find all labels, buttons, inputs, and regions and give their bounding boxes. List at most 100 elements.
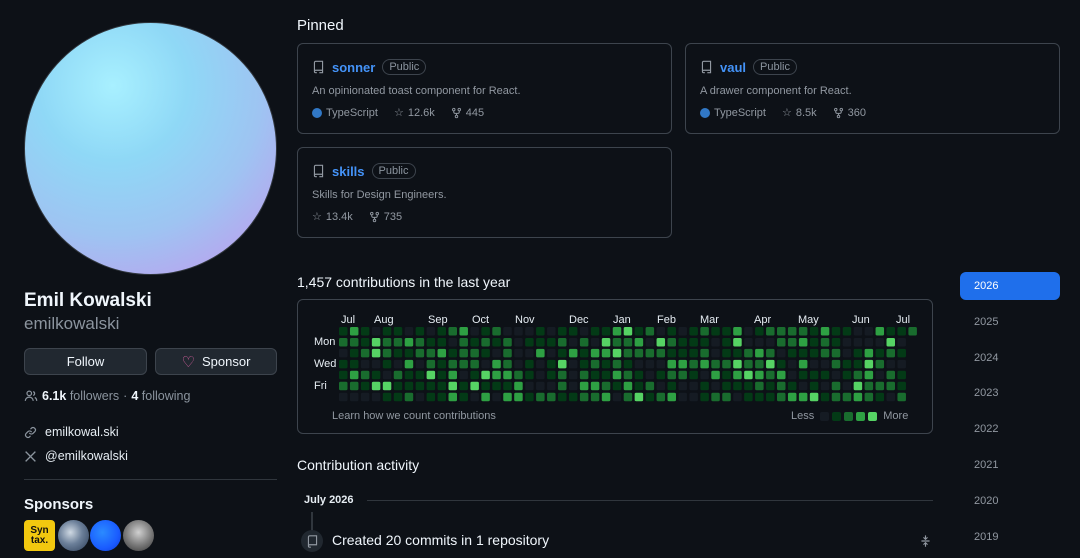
contribution-cell[interactable]	[766, 348, 775, 358]
contribution-cell[interactable]	[645, 348, 655, 358]
contribution-cell[interactable]	[853, 359, 863, 369]
contribution-cell[interactable]	[382, 359, 392, 369]
contribution-cell[interactable]	[547, 337, 556, 347]
contribution-cell[interactable]	[777, 337, 786, 347]
contribution-cell[interactable]	[722, 337, 731, 347]
contribution-cell[interactable]	[437, 327, 447, 336]
contribution-cell[interactable]	[558, 370, 567, 380]
contribution-cell[interactable]	[897, 359, 906, 369]
contribution-cell[interactable]	[547, 381, 556, 391]
contribution-cell[interactable]	[820, 348, 830, 358]
contribution-cell[interactable]	[623, 348, 633, 358]
contribution-cell[interactable]	[787, 370, 797, 380]
contribution-cell[interactable]	[514, 348, 523, 358]
contribution-cell[interactable]	[722, 370, 731, 380]
forks-link[interactable]: 445	[451, 107, 484, 119]
contribution-cell[interactable]	[404, 327, 414, 336]
contribution-cell[interactable]	[525, 348, 534, 358]
contribution-cell[interactable]	[667, 337, 677, 347]
contribution-cell[interactable]	[755, 381, 764, 391]
contribution-cell[interactable]	[481, 359, 490, 369]
contribution-cell[interactable]	[842, 337, 852, 347]
contribution-cell[interactable]	[623, 359, 633, 369]
contribution-cell[interactable]	[755, 337, 764, 347]
contribution-cell[interactable]	[875, 381, 885, 391]
contribution-cell[interactable]	[558, 337, 567, 347]
contribution-cell[interactable]	[678, 392, 687, 402]
contribution-cell[interactable]	[831, 337, 841, 347]
contribution-cell[interactable]	[371, 392, 381, 402]
contribution-cell[interactable]	[886, 327, 896, 336]
contribution-cell[interactable]	[853, 327, 863, 336]
contribution-cell[interactable]	[558, 348, 567, 358]
contribution-cell[interactable]	[404, 381, 414, 391]
contribution-cell[interactable]	[415, 337, 425, 347]
contribution-cell[interactable]	[766, 370, 775, 380]
contribution-cell[interactable]	[339, 337, 348, 347]
contribution-cell[interactable]	[798, 392, 808, 402]
contribution-cell[interactable]	[371, 370, 381, 380]
contribution-cell[interactable]	[787, 381, 797, 391]
contribution-cell[interactable]	[426, 327, 436, 336]
contribution-cell[interactable]	[634, 337, 644, 347]
contribution-cell[interactable]	[481, 337, 490, 347]
contribution-cell[interactable]	[733, 381, 742, 391]
contribution-cell[interactable]	[853, 348, 863, 358]
contribution-cell[interactable]	[733, 337, 742, 347]
contribution-cell[interactable]	[798, 327, 808, 336]
contribution-cell[interactable]	[722, 348, 731, 358]
contribution-cell[interactable]	[404, 348, 414, 358]
contribution-cell[interactable]	[601, 381, 611, 391]
contribution-cell[interactable]	[590, 359, 600, 369]
contribution-cell[interactable]	[404, 370, 414, 380]
contribution-cell[interactable]	[875, 359, 885, 369]
contribution-cell[interactable]	[656, 327, 666, 336]
contribution-cell[interactable]	[525, 359, 534, 369]
contribution-cell[interactable]	[634, 370, 644, 380]
contribution-cell[interactable]	[864, 348, 874, 358]
contribution-cell[interactable]	[689, 392, 698, 402]
contribution-cell[interactable]	[667, 359, 677, 369]
contribution-cell[interactable]	[722, 381, 731, 391]
contribution-cell[interactable]	[744, 381, 753, 391]
contribution-cell[interactable]	[536, 392, 545, 402]
contribution-cell[interactable]	[339, 327, 348, 336]
contribution-cell[interactable]	[842, 327, 852, 336]
contribution-cell[interactable]	[568, 392, 578, 402]
contribution-cell[interactable]	[766, 359, 775, 369]
contribution-cell[interactable]	[689, 327, 698, 336]
contribution-cell[interactable]	[645, 392, 655, 402]
forks-link[interactable]: 735	[369, 211, 402, 223]
contribution-cell[interactable]	[711, 348, 720, 358]
contribution-cell[interactable]	[459, 392, 468, 402]
contribution-cell[interactable]	[744, 370, 753, 380]
contribution-cell[interactable]	[360, 381, 370, 391]
contribution-cell[interactable]	[349, 327, 359, 336]
contribution-cell[interactable]	[777, 327, 786, 336]
contribution-cell[interactable]	[831, 348, 841, 358]
contribution-cell[interactable]	[568, 337, 578, 347]
contribution-cell[interactable]	[492, 370, 501, 380]
contribution-cell[interactable]	[459, 327, 468, 336]
contribution-cell[interactable]	[349, 337, 359, 347]
contribution-cell[interactable]	[339, 381, 348, 391]
contribution-cell[interactable]	[459, 348, 468, 358]
contribution-cell[interactable]	[437, 348, 447, 358]
contribution-cell[interactable]	[426, 359, 436, 369]
contribution-cell[interactable]	[448, 381, 458, 391]
year-link-2025[interactable]: 2025	[960, 308, 1060, 336]
contribution-cell[interactable]	[601, 359, 611, 369]
twitter-link[interactable]: @emilkowalski	[45, 449, 128, 463]
contribution-cell[interactable]	[755, 327, 764, 336]
year-link-2022[interactable]: 2022	[960, 415, 1060, 443]
contribution-cell[interactable]	[547, 327, 556, 336]
contribution-cell[interactable]	[700, 327, 709, 336]
contribution-cell[interactable]	[503, 348, 512, 358]
contribution-cell[interactable]	[339, 370, 348, 380]
contribution-cell[interactable]	[492, 337, 501, 347]
contribution-cell[interactable]	[448, 359, 458, 369]
contribution-cell[interactable]	[678, 337, 687, 347]
contribution-cell[interactable]	[470, 337, 479, 347]
contribution-cell[interactable]	[787, 327, 797, 336]
year-link-2020[interactable]: 2020	[960, 487, 1060, 515]
